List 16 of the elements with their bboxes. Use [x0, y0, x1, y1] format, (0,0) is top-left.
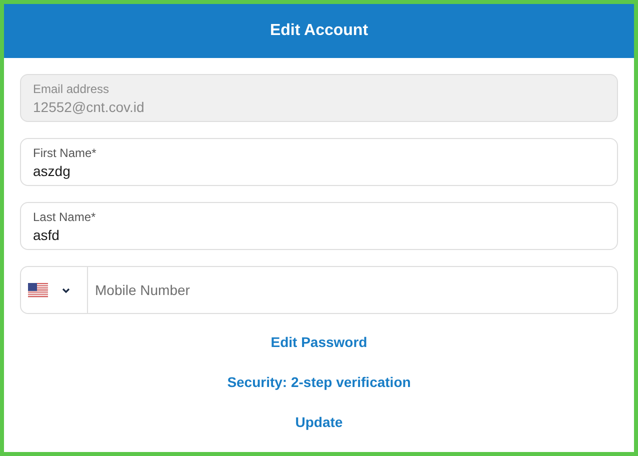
text-field[interactable]: First Name* aszdg — [20, 138, 618, 186]
action-link[interactable]: Security: 2-step verification — [227, 374, 411, 390]
phone-field[interactable]: Mobile Number — [20, 266, 618, 314]
text-field[interactable]: Last Name* asfd — [20, 202, 618, 250]
action-link[interactable]: Update — [295, 414, 343, 430]
phone-number-input[interactable]: Mobile Number — [88, 267, 617, 313]
field-label: First Name* — [33, 146, 98, 160]
field-label: Email address — [33, 82, 110, 96]
flag-icon — [28, 282, 48, 298]
chevron-down-icon — [62, 288, 70, 292]
field-value: asfd — [33, 226, 60, 242]
page-title: Edit Account — [270, 22, 368, 40]
field-label: Last Name* — [33, 210, 97, 224]
action-link[interactable]: Edit Password — [270, 334, 368, 350]
field-value: 12552@cnt.cov.id — [33, 98, 144, 114]
field-value: aszdg — [33, 162, 70, 178]
